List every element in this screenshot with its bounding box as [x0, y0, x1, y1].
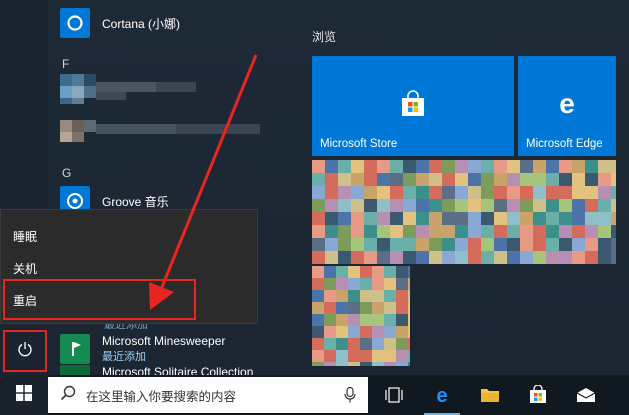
taskbar: 在这里输入你要搜索的内容 e [0, 375, 629, 415]
mail-icon[interactable] [562, 375, 610, 415]
svg-text:e: e [436, 385, 447, 405]
search-placeholder: 在这里输入你要搜索的内容 [86, 389, 237, 404]
edge-icon[interactable]: e [418, 375, 466, 415]
windows-logo-icon [16, 384, 32, 406]
annotation-arrow [149, 54, 258, 310]
task-view-icon[interactable] [370, 375, 418, 415]
store-icon[interactable] [514, 375, 562, 415]
microphone-icon[interactable] [344, 386, 356, 408]
taskbar-search[interactable]: 在这里输入你要搜索的内容 [48, 377, 368, 413]
search-icon [60, 385, 76, 406]
file-explorer-icon[interactable] [466, 375, 514, 415]
start-button[interactable] [0, 375, 48, 415]
start-menu: Cortana (小娜) F G Groove 音乐 最近添加 Microsof… [0, 0, 629, 379]
